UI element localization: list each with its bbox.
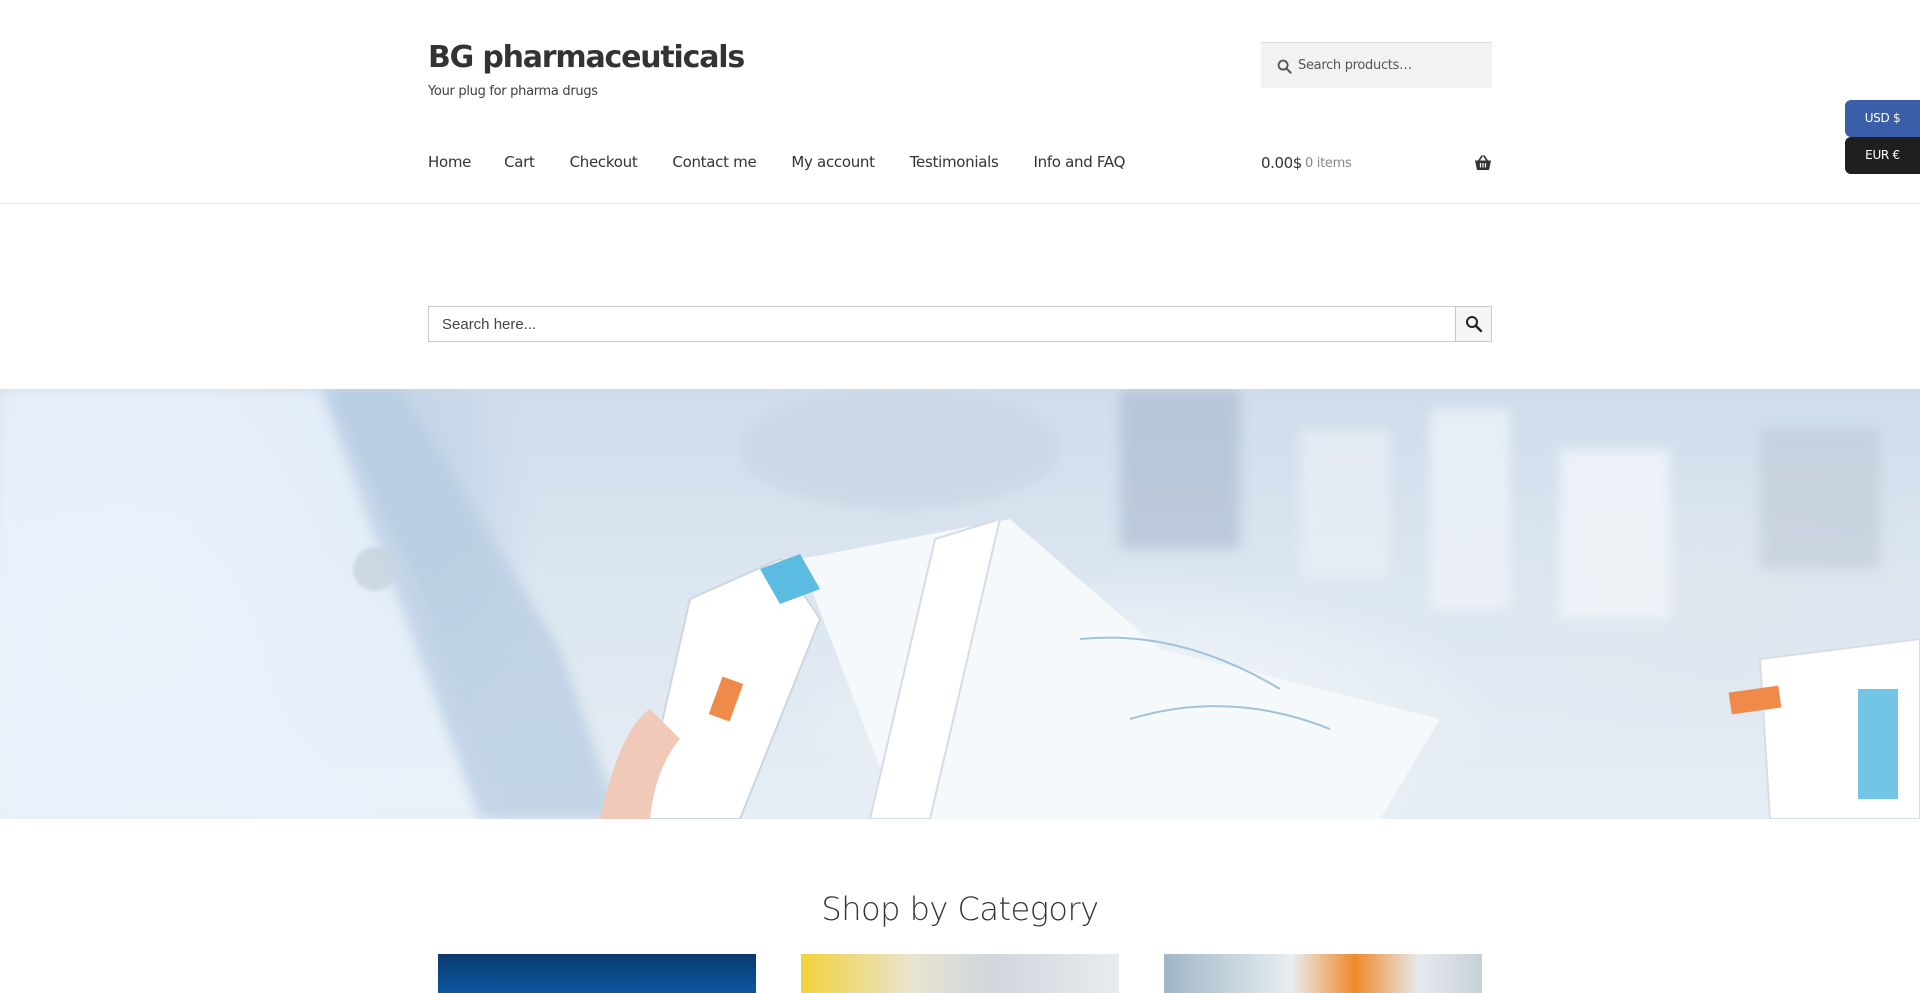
header-search-field[interactable]: Search products… bbox=[1261, 42, 1492, 88]
category-card-2[interactable] bbox=[801, 954, 1119, 993]
basket-icon bbox=[1475, 155, 1491, 170]
hero-banner-image bbox=[0, 389, 1920, 819]
header-search-placeholder: Search products… bbox=[1298, 58, 1412, 73]
product-search-input[interactable] bbox=[429, 307, 1457, 341]
nav-item-home[interactable]: Home bbox=[428, 153, 471, 177]
site-title[interactable]: BG pharmaceuticals bbox=[428, 40, 745, 75]
site-tagline: Your plug for pharma drugs bbox=[428, 84, 598, 99]
nav-item-contact[interactable]: Contact me bbox=[672, 153, 756, 177]
nav-item-testimonials[interactable]: Testimonials bbox=[910, 153, 999, 177]
site-header: BG pharmaceuticals Your plug for pharma … bbox=[0, 0, 1920, 204]
nav-item-my-account[interactable]: My account bbox=[791, 153, 875, 177]
search-icon bbox=[1277, 59, 1292, 74]
section-title-categories: Shop by Category bbox=[821, 890, 1099, 928]
nav-item-checkout[interactable]: Checkout bbox=[570, 153, 638, 177]
pharmacy-hero-illustration bbox=[0, 389, 1920, 819]
currency-eur-button[interactable]: EUR € bbox=[1845, 137, 1920, 174]
nav-item-cart[interactable]: Cart bbox=[504, 153, 535, 177]
nav-item-info-faq[interactable]: Info and FAQ bbox=[1033, 153, 1125, 177]
cart-item-count: 0 items bbox=[1305, 156, 1352, 171]
product-search-bar bbox=[428, 306, 1492, 342]
header-cart[interactable]: 0.00$ 0 items bbox=[1261, 153, 1492, 177]
category-card-3[interactable] bbox=[1164, 954, 1482, 993]
search-icon bbox=[1465, 316, 1482, 333]
product-search-button[interactable] bbox=[1455, 307, 1491, 341]
currency-usd-button[interactable]: USD $ bbox=[1845, 100, 1920, 137]
primary-navigation: Home Cart Checkout Contact me My account… bbox=[428, 153, 1125, 177]
cart-amount: 0.00$ bbox=[1261, 154, 1302, 172]
category-card-1[interactable] bbox=[438, 954, 756, 993]
